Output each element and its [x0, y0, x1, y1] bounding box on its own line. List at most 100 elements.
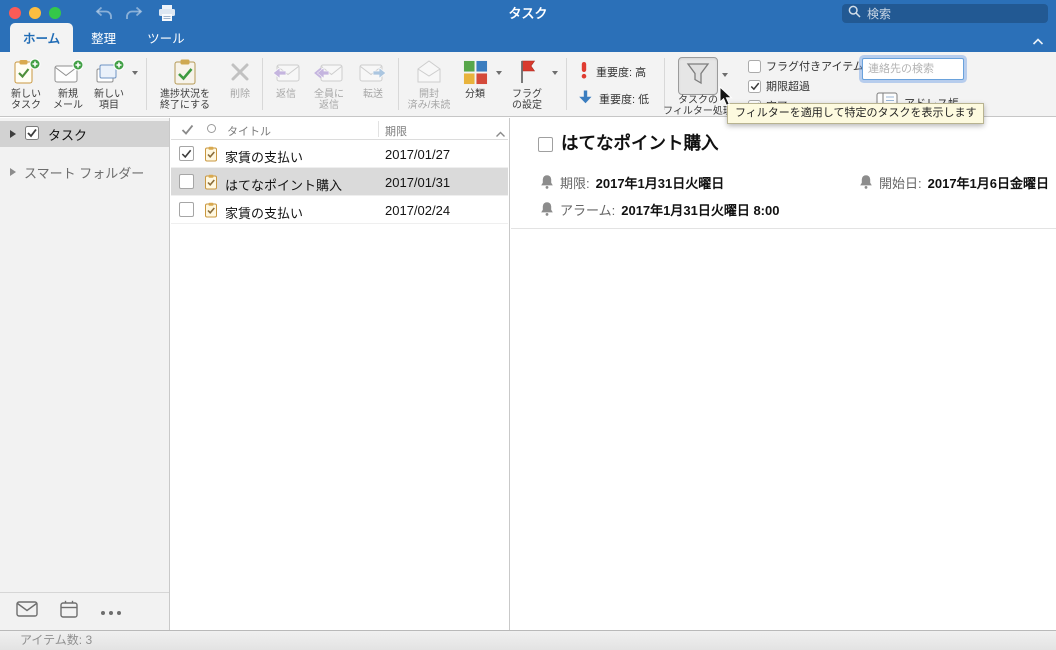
ribbon-separator — [146, 58, 147, 110]
flag-icon — [516, 57, 538, 87]
table-row[interactable]: 家賃の支払い 2017/01/27 — [171, 140, 508, 168]
tab-home[interactable]: ホーム — [10, 23, 74, 52]
start-label: 開始日: — [879, 176, 922, 191]
new-mail-icon — [53, 57, 83, 87]
importance-low-label: 重要度: 低 — [599, 93, 650, 106]
new-item-label: 新しい 項目 — [94, 89, 124, 111]
flagged-items-label: フラグ付きアイテム — [766, 61, 864, 73]
ribbon-separator — [398, 58, 399, 110]
filter-tasks-button[interactable] — [678, 57, 718, 95]
disclosure-triangle-icon[interactable] — [10, 130, 16, 138]
new-item-button[interactable]: 新しい 項目 — [88, 57, 130, 111]
categorize-icon — [463, 57, 488, 87]
mail-module-icon[interactable] — [16, 601, 38, 622]
start-date-field: 開始日: 2017年1月6日金曜日 — [859, 173, 1049, 192]
mark-complete-icon — [172, 57, 198, 87]
reply-icon — [271, 57, 301, 87]
sidebar-item-tasks[interactable]: タスク — [0, 121, 169, 147]
task-icon — [203, 202, 219, 223]
tab-organize[interactable]: 整理 — [78, 23, 129, 52]
contact-search-input[interactable] — [862, 58, 964, 80]
outlook-window: タスク 検索 ホーム 整理 ツール 新しい タスク 新規 メール 新しい 項目 … — [0, 0, 1056, 650]
table-row-selected[interactable]: はてなポイント購入 2017/01/31 — [171, 168, 508, 196]
tasks-folder-icon — [24, 125, 40, 144]
delete-button[interactable]: 削除 — [220, 57, 260, 100]
module-switcher — [0, 592, 169, 630]
alarm-value: 2017年1月31日火曜日 8:00 — [621, 203, 780, 218]
alarm-label: アラーム: — [560, 203, 616, 218]
new-item-icon — [94, 57, 124, 87]
task-list: タイトル 期限 家賃の支払い 2017/01/27 はてなポイント購入 2017… — [171, 118, 510, 630]
read-unread-label: 開封 済み/未読 — [407, 89, 451, 111]
table-row[interactable]: 家賃の支払い 2017/02/24 — [171, 196, 508, 224]
more-modules-icon[interactable] — [100, 603, 122, 621]
task-icon — [203, 146, 219, 167]
task-detail-pane: はてなポイント購入 期限: 2017年1月31日火曜日 開始日: 2017年1月… — [511, 118, 1056, 630]
new-mail-button[interactable]: 新規 メール — [48, 57, 88, 111]
read-unread-button[interactable]: 開封 済み/未読 — [404, 57, 454, 111]
read-unread-icon — [415, 57, 443, 87]
list-header[interactable]: タイトル 期限 — [171, 118, 508, 140]
new-item-dropdown-icon[interactable] — [132, 71, 138, 75]
collapse-ribbon-icon[interactable] — [1032, 33, 1044, 51]
ribbon-separator — [566, 58, 567, 110]
sidebar-smart-folders-label: スマート フォルダー — [24, 165, 145, 181]
task-checkbox-checked[interactable] — [179, 146, 194, 161]
bell-icon — [859, 174, 873, 192]
forward-button[interactable]: 転送 — [352, 57, 394, 100]
sidebar-item-smart-folders[interactable]: スマート フォルダー — [0, 160, 169, 184]
tab-tools[interactable]: ツール — [134, 23, 198, 52]
reply-all-label: 全員に 返信 — [314, 89, 344, 111]
column-divider[interactable] — [378, 121, 379, 137]
column-header-due[interactable]: 期限 — [385, 123, 407, 139]
overdue-label: 期限超過 — [766, 81, 810, 93]
filter-tooltip: フィルターを適用して特定のタスクを表示します — [727, 103, 985, 124]
importance-low-button[interactable]: 重要度: 低 — [578, 89, 649, 108]
reply-all-button[interactable]: 全員に 返信 — [306, 57, 352, 111]
forward-label: 転送 — [363, 89, 383, 100]
task-due-date: 2017/01/27 — [385, 147, 451, 162]
calendar-module-icon[interactable] — [60, 600, 78, 623]
new-task-button[interactable]: 新しい タスク — [6, 57, 46, 111]
new-task-label: 新しい タスク — [11, 89, 41, 111]
ribbon-tab-bar: ホーム 整理 ツール — [0, 23, 1056, 52]
flag-dropdown-icon[interactable] — [552, 71, 558, 75]
flag-button[interactable]: フラグ の設定 — [504, 57, 550, 111]
status-column-icon[interactable] — [207, 124, 216, 133]
checkbox-checked — [748, 79, 761, 93]
task-checkbox-unchecked[interactable] — [179, 202, 194, 217]
completed-column-icon[interactable] — [181, 123, 194, 141]
filter-funnel-icon — [685, 61, 711, 92]
ribbon-separator — [262, 58, 263, 110]
categorize-button[interactable]: 分類 — [456, 57, 494, 100]
importance-low-icon — [578, 89, 593, 108]
bell-icon — [540, 174, 554, 192]
task-due-date: 2017/01/31 — [385, 175, 451, 190]
task-title: 家賃の支払い — [225, 150, 304, 165]
status-bar: アイテム数: 3 — [0, 630, 1056, 650]
task-checkbox-unchecked[interactable] — [179, 174, 194, 189]
reply-all-icon — [314, 57, 344, 87]
disclosure-triangle-icon[interactable] — [10, 168, 16, 176]
mark-complete-button[interactable]: 進捗状況を 終了にする — [152, 57, 218, 111]
delete-label: 削除 — [230, 89, 250, 100]
due-date-field: 期限: 2017年1月31日火曜日 — [540, 173, 724, 192]
filter-tasks-dropdown-icon[interactable] — [722, 73, 728, 77]
global-search-field[interactable]: 検索 — [842, 4, 1048, 23]
importance-high-button[interactable]: 重要度: 高 — [578, 61, 646, 82]
main-area: タスク スマート フォルダー タイトル 期限 家賃の支払い 2017/01/27… — [0, 118, 1056, 630]
checkbox-unchecked — [748, 59, 761, 73]
alarm-field: アラーム: 2017年1月31日火曜日 8:00 — [540, 200, 779, 219]
column-header-title[interactable]: タイトル — [227, 123, 271, 139]
overdue-checkbox[interactable]: 期限超過 — [748, 78, 810, 94]
importance-high-icon — [578, 61, 590, 82]
bell-icon — [540, 201, 554, 219]
start-value: 2017年1月6日金曜日 — [927, 176, 1050, 191]
detail-task-checkbox[interactable] — [538, 137, 553, 152]
flagged-items-checkbox[interactable]: フラグ付きアイテム — [748, 58, 864, 74]
new-task-icon — [11, 57, 41, 87]
categorize-dropdown-icon[interactable] — [496, 71, 502, 75]
task-due-date: 2017/02/24 — [385, 203, 451, 218]
reply-button[interactable]: 返信 — [266, 57, 306, 100]
mark-complete-label: 進捗状況を 終了にする — [159, 89, 211, 111]
